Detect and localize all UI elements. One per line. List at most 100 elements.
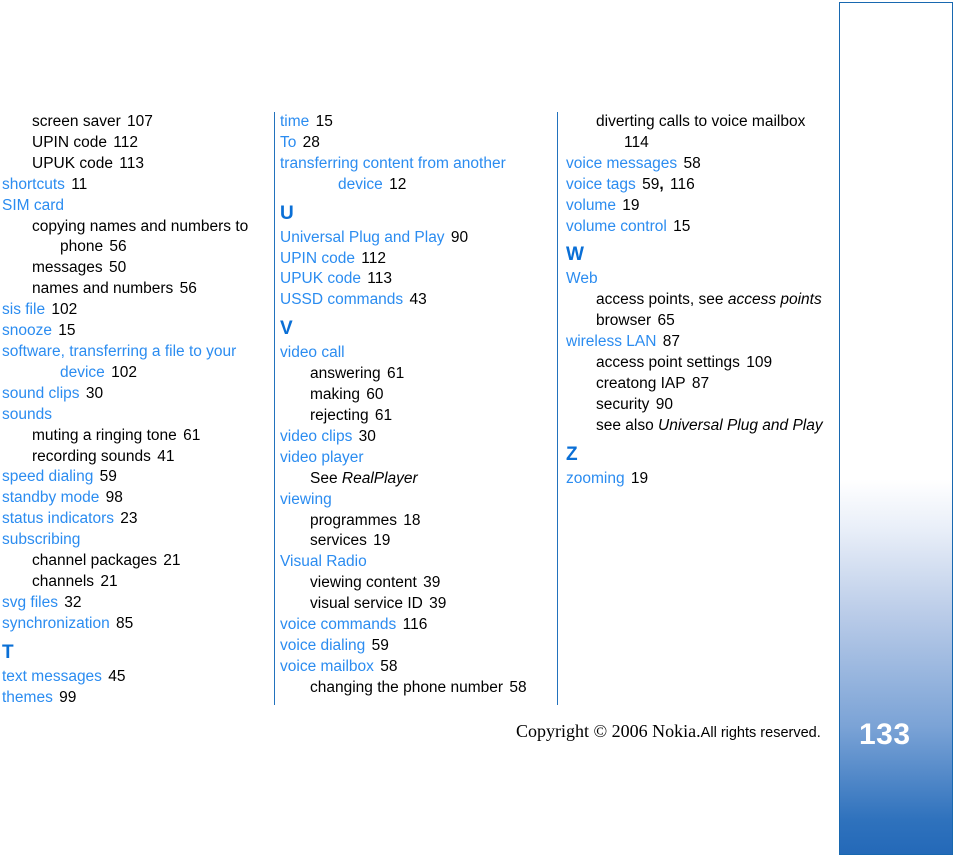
index-entry[interactable]: voice mailbox 58 xyxy=(280,657,544,678)
index-subentry: security 90 xyxy=(566,395,834,416)
index-page-number: 50 xyxy=(104,259,127,277)
index-entry[interactable]: sounds xyxy=(2,405,266,426)
index-subentry: creatong IAP 87 xyxy=(566,374,834,395)
index-entry[interactable]: status indicators 23 xyxy=(2,509,266,530)
index-subentry: changing the phone number 58 xyxy=(280,678,544,699)
index-subentry: UPIN code 112 xyxy=(2,133,266,154)
index-entry[interactable]: volume 19 xyxy=(566,196,834,217)
index-entry[interactable]: shortcuts 11 xyxy=(2,175,266,196)
index-entry[interactable]: UPUK code 113 xyxy=(280,269,544,290)
index-page-number: 58 xyxy=(375,657,398,675)
copyright-notice: Copyright © 2006 Nokia. xyxy=(516,721,701,741)
index-entry[interactable]: voice commands 116 xyxy=(280,615,544,636)
index-cross-reference: RealPlayer xyxy=(341,469,418,487)
index-entry-label: security xyxy=(596,395,650,413)
index-entry[interactable]: Visual Radio xyxy=(280,552,544,573)
index-entry[interactable]: To 28 xyxy=(280,133,544,154)
index-entry-label: viewing xyxy=(280,490,332,508)
index-entry-label: svg files xyxy=(2,593,58,611)
index-entry[interactable]: Universal Plug and Play 90 xyxy=(280,228,544,249)
index-entry[interactable]: zooming 19 xyxy=(566,469,834,490)
index-entry[interactable]: video call xyxy=(280,343,544,364)
column-divider-1 xyxy=(274,112,275,705)
index-page-number: 19 xyxy=(626,469,649,487)
page-number: 133 xyxy=(859,718,911,751)
index-content-area: screen saver 107 UPIN code 112 UPUK code 1… xyxy=(0,112,839,706)
index-entry-label: themes xyxy=(2,688,53,706)
index-entry-label: recording sounds xyxy=(32,447,151,465)
index-entry[interactable]: Web xyxy=(566,269,834,290)
index-cross-reference: Universal Plug and Play xyxy=(658,416,823,434)
index-page-number: 39 xyxy=(424,595,447,613)
index-entry[interactable]: wireless LAN 87 xyxy=(566,332,834,353)
index-entry-label: video call xyxy=(280,344,345,362)
index-entry-label: To xyxy=(280,133,297,151)
index-entry[interactable]: USSD commands 43 xyxy=(280,290,544,311)
index-page-number: 59 xyxy=(95,468,117,486)
index-entry[interactable]: subscribing xyxy=(2,530,266,551)
index-entry[interactable]: viewing xyxy=(280,490,544,511)
index-entry[interactable]: standby mode 98 xyxy=(2,488,266,509)
index-subentry: services 19 xyxy=(280,531,544,552)
index-page-number: 15 xyxy=(311,113,333,130)
index-page-number: 90 xyxy=(446,228,469,246)
index-entry[interactable]: text messages 45 xyxy=(2,667,266,688)
index-page-number: 23 xyxy=(116,510,138,528)
index-entry[interactable]: time 15 xyxy=(280,112,544,133)
index-entry[interactable]: volume control 15 xyxy=(566,217,834,238)
index-page-number: 102 xyxy=(47,301,78,319)
index-page-number: 11 xyxy=(66,175,88,193)
index-entry[interactable]: snooze 15 xyxy=(2,321,266,342)
index-entry[interactable]: voice tags 59, 116 xyxy=(566,175,834,196)
index-entry-label: status indicators xyxy=(2,510,114,528)
index-entry-label: synchronization xyxy=(2,614,110,632)
index-subentry: UPUK code 113 xyxy=(2,154,266,175)
index-entry-label: snooze xyxy=(2,322,52,340)
index-entry[interactable]: UPIN code 112 xyxy=(280,249,544,270)
index-page-number: 19 xyxy=(617,196,640,214)
index-subentry: screen saver 107 xyxy=(2,112,266,133)
index-page-number: 59 xyxy=(637,175,660,193)
index-page-number: 107 xyxy=(122,113,153,130)
index-entry-label: visual service ID xyxy=(310,595,423,613)
index-page-number: 15 xyxy=(668,217,691,235)
index-entry[interactable]: video clips 30 xyxy=(280,427,544,448)
index-subentry: channels 21 xyxy=(2,572,266,593)
index-entry[interactable]: voice messages 58 xyxy=(566,154,834,175)
index-entry-label: UPUK code xyxy=(280,270,361,288)
index-entry-label: viewing content xyxy=(310,574,417,592)
index-page-number: 98 xyxy=(101,489,123,507)
index-entry[interactable]: SIM card xyxy=(2,196,266,217)
index-entry[interactable]: speed dialing 59 xyxy=(2,467,266,488)
index-entry[interactable]: voice dialing 59 xyxy=(280,636,544,657)
index-entry[interactable]: software, transferring a file to your de… xyxy=(2,342,266,384)
index-entry-label: names and numbers xyxy=(32,280,174,298)
index-page-number: 18 xyxy=(399,511,421,529)
index-subentry: diverting calls to voice mailbox 114 xyxy=(566,112,834,154)
index-entry-label: SIM card xyxy=(2,196,65,214)
index-letter-heading: U xyxy=(280,202,294,224)
index-page-number: 21 xyxy=(158,552,181,570)
index-entry-label: sis file xyxy=(2,301,46,319)
index-page-number: 112 xyxy=(108,133,138,151)
index-subentry: copying names and numbers to phone 56 xyxy=(2,217,266,259)
index-column-1: screen saver 107 UPIN code 112 UPUK code 1… xyxy=(2,112,266,708)
index-entry-label: muting a ringing tone xyxy=(32,426,177,444)
index-entry[interactable]: sound clips 30 xyxy=(2,384,266,405)
index-entry[interactable]: video player xyxy=(280,448,544,469)
index-entry[interactable]: sis file 102 xyxy=(2,300,266,321)
index-entry[interactable]: synchronization 85 xyxy=(2,614,266,635)
index-entry-label: USSD commands xyxy=(280,291,404,309)
index-column-3: diverting calls to voice mailbox 114 voic… xyxy=(566,112,834,490)
index-subentry: names and numbers 56 xyxy=(2,279,266,300)
index-entry-label: voice dialing xyxy=(280,636,366,654)
index-page-number: 87 xyxy=(658,333,681,351)
index-entry-label: video clips xyxy=(280,427,353,445)
index-entry[interactable]: themes 99 xyxy=(2,688,266,709)
index-page-number: 56 xyxy=(105,238,127,256)
index-subentry: access point settings 109 xyxy=(566,353,834,374)
index-entry[interactable]: transferring content from another device… xyxy=(280,154,544,196)
index-entry-label: browser xyxy=(596,312,652,330)
index-entry-label: see also xyxy=(596,416,659,434)
index-entry[interactable]: svg files 32 xyxy=(2,593,266,614)
